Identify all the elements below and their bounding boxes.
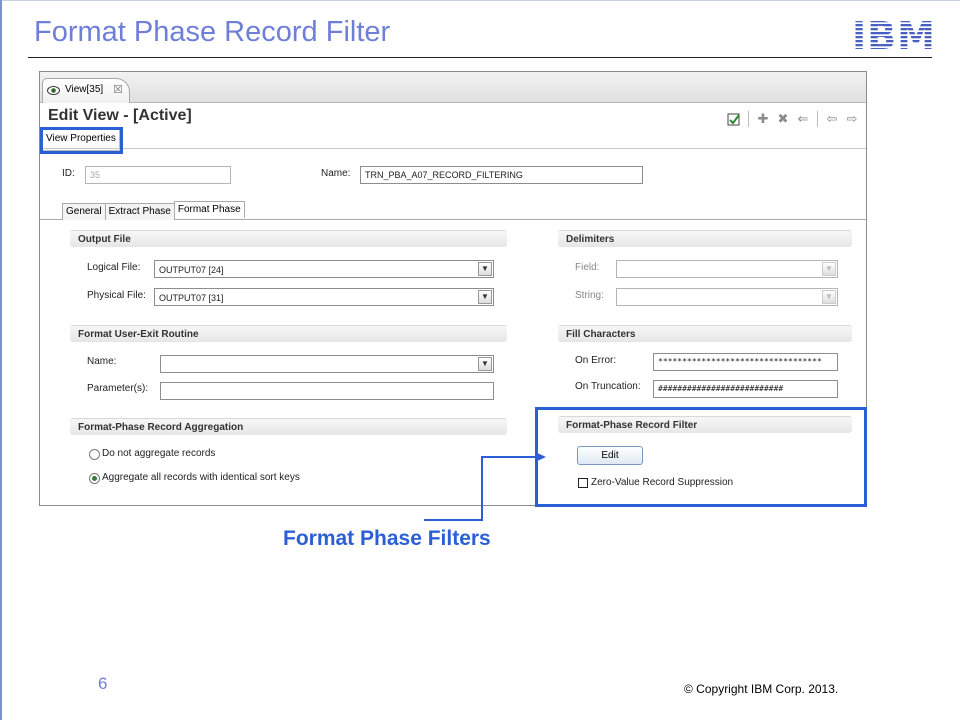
undo-icon[interactable]: ⇐ — [795, 111, 811, 127]
user-exit-name-select[interactable]: ▼ — [160, 355, 494, 373]
name-label: Name: — [321, 168, 351, 179]
delete-icon[interactable]: ✖ — [775, 111, 791, 127]
editor-toolbar: ✚ ✖ ⇐ ⇦ ⇨ — [726, 110, 860, 128]
view-editor-tab[interactable]: View[35] ☒ — [42, 78, 130, 103]
tab-divider — [40, 148, 866, 149]
chevron-down-icon[interactable]: ▼ — [822, 262, 836, 276]
on-truncation-label: On Truncation: — [575, 381, 641, 392]
physical-file-select[interactable]: OUTPUT07 [31] ▼ — [154, 288, 494, 306]
record-filter-highlight — [535, 407, 867, 507]
on-truncation-field[interactable]: ########################## — [653, 380, 838, 398]
ibm-logo: IBM — [852, 16, 936, 52]
logical-file-select[interactable]: OUTPUT07 [24] ▼ — [154, 260, 494, 278]
aggregation-heading: Format-Phase Record Aggregation — [70, 418, 507, 435]
chevron-down-icon[interactable]: ▼ — [478, 290, 492, 304]
delimiter-field-select[interactable]: ▼ — [616, 260, 838, 278]
edit-view-title: Edit View - [Active] — [48, 107, 192, 124]
save-icon[interactable] — [726, 111, 742, 127]
no-aggregate-radio[interactable] — [89, 449, 100, 460]
editor-tab-bar: View[35] ☒ — [40, 72, 866, 103]
user-exit-name-label: Name: — [87, 356, 117, 367]
on-error-field[interactable]: ********************************** — [653, 353, 838, 371]
id-label: ID: — [62, 168, 75, 179]
eye-icon — [47, 86, 60, 95]
logical-file-value: OUTPUT07 [24] — [159, 265, 224, 275]
parameters-field[interactable] — [160, 382, 494, 400]
radio-selected-dot — [92, 476, 97, 481]
delimiter-string-label: String: — [575, 290, 604, 301]
slide-title: Format Phase Record Filter — [34, 16, 391, 48]
left-border — [0, 0, 2, 720]
no-aggregate-label: Do not aggregate records — [102, 448, 216, 459]
toolbar-separator — [817, 111, 818, 127]
forward-icon[interactable]: ⇨ — [844, 111, 860, 127]
view-name-field[interactable]: TRN_PBA_A07_RECORD_FILTERING — [360, 166, 643, 184]
aggregate-all-radio[interactable] — [89, 473, 100, 484]
delimiter-string-select[interactable]: ▼ — [616, 288, 838, 306]
chevron-down-icon[interactable]: ▼ — [822, 290, 836, 304]
callout-connector — [424, 452, 546, 521]
aggregate-all-label: Aggregate all records with identical sor… — [102, 472, 300, 483]
toolbar-separator — [748, 111, 749, 127]
copyright-text: © Copyright IBM Corp. 2013. — [684, 682, 839, 696]
tab-general[interactable]: General — [62, 203, 106, 220]
svg-text:IBM: IBM — [852, 16, 936, 52]
add-icon[interactable]: ✚ — [755, 111, 771, 127]
delimiter-field-label: Field: — [575, 262, 600, 273]
callout-label: Format Phase Filters — [283, 527, 491, 550]
user-exit-heading: Format User-Exit Routine — [70, 325, 507, 342]
output-file-heading: Output File — [70, 230, 507, 247]
fill-characters-heading: Fill Characters — [558, 325, 852, 342]
on-error-label: On Error: — [575, 355, 617, 366]
delimiters-heading: Delimiters — [558, 230, 852, 247]
tab-format-phase[interactable]: Format Phase — [173, 201, 245, 218]
chevron-down-icon[interactable]: ▼ — [478, 262, 492, 276]
view-tab-label: View[35] — [65, 84, 104, 95]
page-number: 6 — [98, 674, 108, 693]
phase-tabs: General Extract Phase Format Phase — [62, 201, 245, 220]
physical-file-value: OUTPUT07 [31] — [159, 293, 224, 303]
logical-file-label: Logical File: — [87, 262, 141, 273]
top-border — [0, 0, 960, 1]
back-icon[interactable]: ⇦ — [824, 111, 840, 127]
id-field[interactable]: 35 — [85, 166, 231, 184]
physical-file-label: Physical File: — [87, 290, 146, 301]
tab-extract-phase[interactable]: Extract Phase — [104, 203, 175, 220]
view-properties-highlight — [40, 127, 123, 154]
close-icon[interactable]: ☒ — [113, 83, 123, 96]
chevron-down-icon[interactable]: ▼ — [478, 357, 492, 371]
parameters-label: Parameter(s): — [87, 383, 149, 394]
title-divider — [28, 57, 932, 58]
